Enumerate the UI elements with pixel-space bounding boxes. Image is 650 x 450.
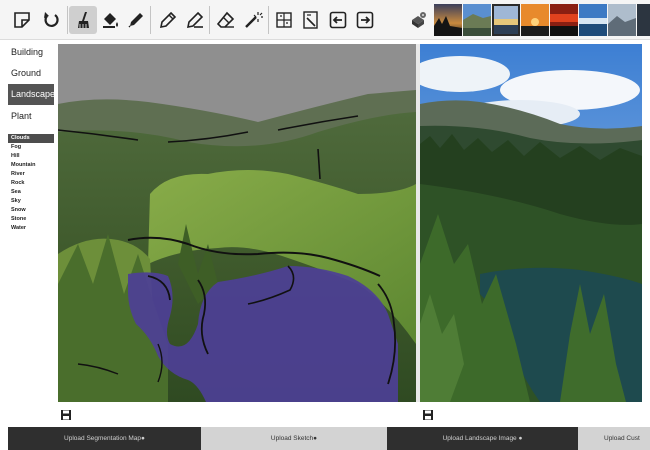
toolbar-divider [67,6,68,34]
label-item[interactable]: Sea [8,188,54,197]
arrow-right-icon[interactable] [351,6,379,34]
arrow-left-icon[interactable] [324,6,352,34]
label-item[interactable]: Rock [8,179,54,188]
label-item[interactable]: Snow [8,206,54,215]
upload-custom-button[interactable]: Upload Cust [578,427,650,450]
toolbar-divider [209,6,210,34]
save-row [0,402,650,426]
label-item[interactable]: Mountain [8,161,54,170]
brush-icon[interactable] [69,6,97,34]
pencil-eraser-icon[interactable] [181,6,209,34]
dropper-icon[interactable] [122,6,150,34]
thumbnail[interactable] [492,4,520,36]
label-item[interactable]: Sky [8,197,54,206]
upload-landscape-image-button[interactable]: Upload Landscape Image ● [387,427,578,450]
category-landscape[interactable]: Landscape [8,84,55,105]
toolbar-divider [268,6,269,34]
label-item[interactable]: Clouds [8,134,54,143]
category-building[interactable]: Building [8,42,54,63]
redo-icon[interactable] [37,6,65,34]
eraser-icon[interactable] [212,6,240,34]
thumbnail[interactable] [550,4,578,36]
label-item[interactable]: Stone [8,215,54,224]
grid-icon[interactable] [270,6,298,34]
fill-bucket-icon[interactable] [96,6,124,34]
thumbnail[interactable] [637,4,650,36]
upload-sketch-button[interactable]: Upload Sketch● [201,427,387,450]
category-plant[interactable]: Plant [8,106,54,127]
thumbnail[interactable] [463,4,491,36]
upload-segmentation-map-button[interactable]: Upload Segmentation Map● [8,427,201,450]
label-item[interactable]: Water [8,224,54,233]
thumbnail[interactable] [434,4,462,36]
category-ground[interactable]: Ground [8,63,54,84]
pencil-icon[interactable] [154,6,182,34]
thumbnail[interactable] [521,4,549,36]
thumbnail[interactable] [608,4,636,36]
label-item[interactable]: Hill [8,152,54,161]
label-item[interactable]: River [8,170,54,179]
new-canvas-icon[interactable] [8,6,36,34]
edit-layer-icon[interactable] [297,6,325,34]
output-image [420,44,642,402]
magic-wand-icon[interactable] [239,6,267,34]
dice-icon[interactable] [405,6,433,34]
upload-bar: Upload Segmentation Map● Upload Sketch● … [0,427,650,450]
label-item[interactable]: Fog [8,143,54,152]
label-list: Clouds Fog Hill Mountain River Rock Sea … [8,132,54,288]
toolbar-divider [150,6,151,34]
segmentation-canvas[interactable] [58,44,416,402]
save-output-icon[interactable] [422,408,434,420]
toolbar [0,0,650,40]
category-panel: Building Ground Landscape Plant Clouds F… [0,40,58,425]
save-segmentation-icon[interactable] [60,408,72,420]
thumbnail[interactable] [579,4,607,36]
